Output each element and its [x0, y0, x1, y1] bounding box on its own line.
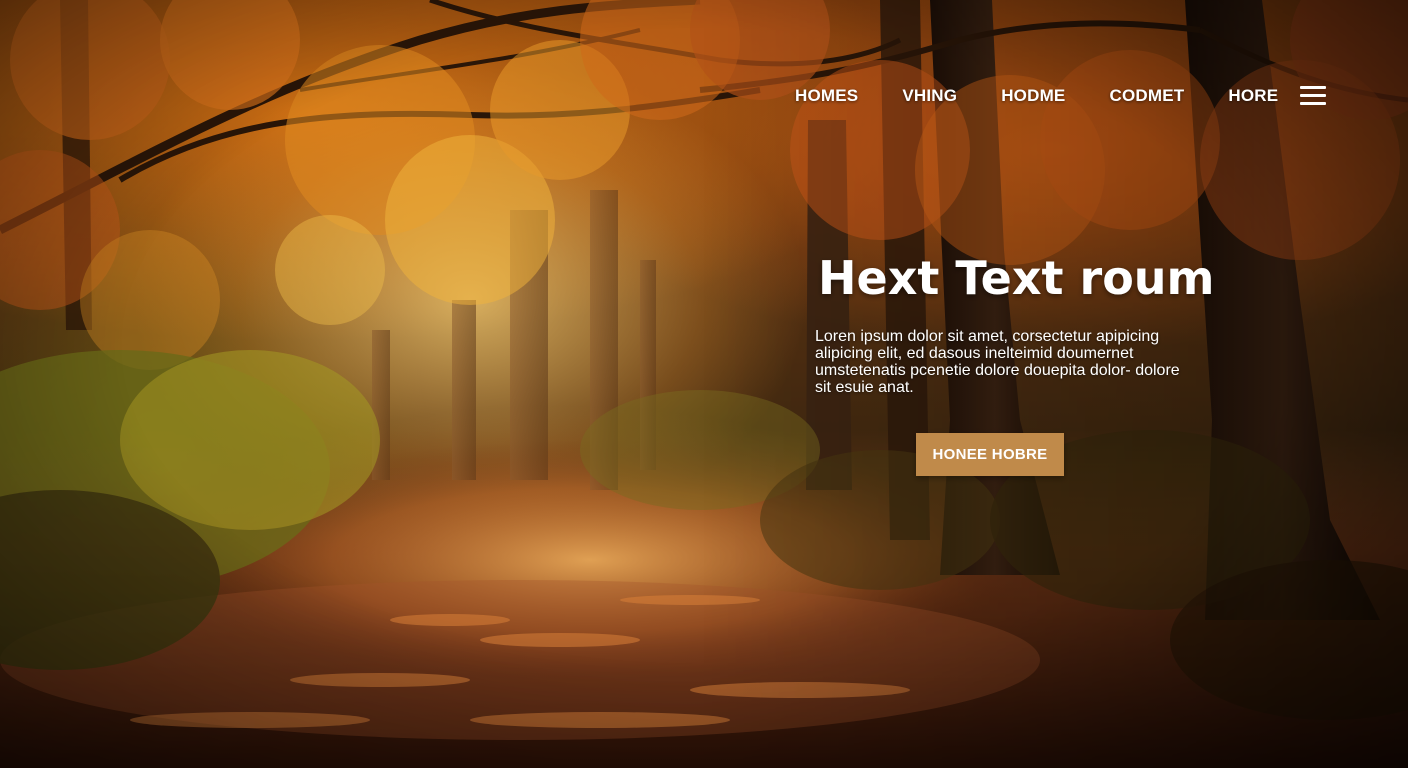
autumn-forest-background — [0, 0, 1408, 768]
top-navigation: HOMES VHING HODME CODMET HORE — [780, 84, 1322, 108]
hero-body-text: Loren ipsum dolor sit amet, corsectetur … — [815, 328, 1180, 396]
nav-item-homes[interactable]: HOMES — [795, 86, 858, 106]
page: HOMES VHING HODME CODMET HORE Hext Text … — [0, 0, 1408, 768]
hero-title: Hext Text roum — [818, 251, 1215, 305]
hero-cta-button[interactable]: HONEE HOBRE — [916, 433, 1064, 476]
nav-item-hore[interactable]: HORE — [1228, 86, 1278, 106]
menu-line — [1300, 86, 1326, 89]
menu-line — [1300, 102, 1326, 105]
nav-item-codmet[interactable]: CODMET — [1109, 86, 1184, 106]
nav-item-hodme[interactable]: HODME — [1001, 86, 1065, 106]
menu-line — [1300, 94, 1326, 97]
nav-item-vhing[interactable]: VHING — [902, 86, 957, 106]
hamburger-menu-icon[interactable] — [1300, 85, 1327, 107]
